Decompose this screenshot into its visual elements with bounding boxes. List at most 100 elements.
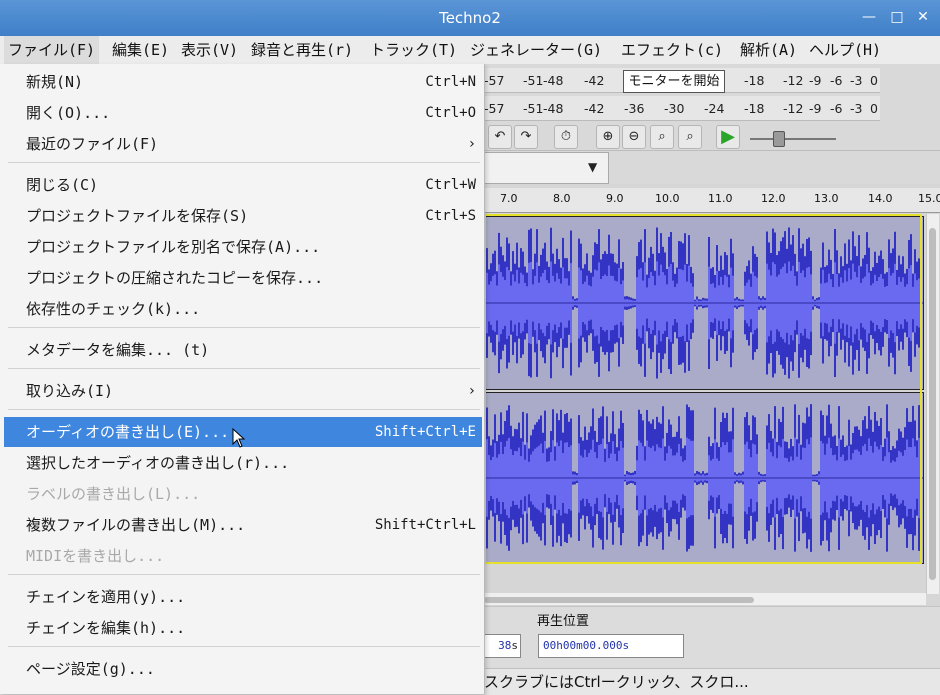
menu-item-label: チェインを適用(y)...: [26, 588, 186, 606]
meter-tick: -12: [783, 73, 804, 88]
sync-lock-icon[interactable]: ⏱: [554, 125, 578, 149]
ruler-tick: 12.0: [761, 192, 786, 205]
menu-item-apply-chain[interactable]: チェインを適用(y)...: [4, 582, 482, 612]
menu-item-close[interactable]: 閉じる(C) Ctrl+W: [4, 170, 482, 200]
fit-selection-icon[interactable]: ⌕: [650, 125, 674, 149]
meter-tick: -48: [543, 73, 564, 88]
meter-tick: 0: [870, 73, 878, 88]
menu-item-save-compressed-copy[interactable]: プロジェクトの圧縮されたコピーを保存...: [4, 263, 482, 293]
ruler-tick: 7.0: [500, 192, 518, 205]
waveform-channel-right[interactable]: [484, 392, 924, 564]
menu-item-shortcut: Shift+Ctrl+E: [374, 424, 476, 440]
menu-item-page-setup[interactable]: ページ設定(g)...: [4, 654, 482, 684]
meter-tick: -9: [809, 73, 822, 88]
ruler-tick: 15.0: [918, 192, 940, 205]
edit-toolbar: ↶ ↷ ⏱ ⊕ ⊖ ⌕ ⌕ ▶: [484, 122, 940, 151]
ruler-tick: 11.0: [708, 192, 733, 205]
menu-item-recent-files[interactable]: 最近のファイル(F) ›: [4, 129, 482, 159]
waveform-channel-left[interactable]: [484, 216, 924, 390]
menu-item-label: 最近のファイル(F): [26, 135, 159, 153]
redo-icon[interactable]: ↷: [514, 125, 538, 149]
menu-edit[interactable]: 編集(E): [108, 36, 173, 64]
menu-item-label: メタデータを編集... (t): [26, 341, 210, 359]
menu-separator: [8, 646, 480, 647]
menu-item-save-project-as[interactable]: プロジェクトファイルを別名で保存(A)...: [4, 232, 482, 262]
ruler-tick: 10.0: [655, 192, 680, 205]
menu-item-shortcut: Ctrl+O: [425, 105, 476, 121]
menu-item-label: チェインを編集(h)...: [26, 619, 186, 637]
chevron-right-icon: ›: [467, 136, 476, 152]
menu-item-check-dependencies[interactable]: 依存性のチェック(k)...: [4, 294, 482, 324]
menu-item-label: 開く(O)...: [26, 104, 111, 122]
menu-transport[interactable]: 録音と再生(r): [247, 36, 357, 64]
meter-tick: -57: [484, 101, 505, 116]
mouse-pointer-icon: [232, 428, 246, 448]
menu-separator: [8, 162, 480, 163]
menu-separator: [8, 409, 480, 410]
slider-knob[interactable]: [773, 131, 785, 147]
title-bar: Techno2 — □ ✕: [0, 0, 940, 36]
menu-item-label: 複数ファイルの書き出し(M)...: [26, 516, 246, 534]
playback-speed-slider[interactable]: [750, 138, 836, 140]
playback-position-field[interactable]: 00h00m00.000s: [538, 634, 684, 658]
menu-item-import[interactable]: 取り込み(I) ›: [4, 376, 482, 406]
menu-item-label: ページ設定(g)...: [26, 660, 155, 678]
menu-item-label: 閉じる(C): [26, 176, 99, 194]
menu-item-new[interactable]: 新規(N) Ctrl+N: [4, 67, 482, 97]
waveform: [485, 404, 923, 552]
menu-item-label: プロジェクトの圧縮されたコピーを保存...: [26, 269, 324, 287]
menu-item-save-project[interactable]: プロジェクトファイルを保存(S) Ctrl+S: [4, 201, 482, 231]
horizontal-scroll-thumb[interactable]: [484, 597, 754, 603]
time-unit: s: [511, 639, 518, 652]
playback-position-label: 再生位置: [537, 614, 590, 629]
menu-item-label: プロジェクトファイルを保存(S): [26, 207, 249, 225]
window-title: Techno2: [439, 9, 501, 27]
fit-project-icon[interactable]: ⌕: [678, 125, 702, 149]
menu-item-export-multiple[interactable]: 複数ファイルの書き出し(M)... Shift+Ctrl+L: [4, 510, 482, 540]
chevron-down-icon[interactable]: ▼: [588, 160, 597, 174]
meter-tick: -57: [484, 73, 505, 88]
menu-item-shortcut: Ctrl+N: [425, 74, 476, 90]
menu-item-label: ラベルの書き出し(L)...: [26, 485, 201, 503]
zoom-in-icon[interactable]: ⊕: [596, 125, 620, 149]
maximize-icon[interactable]: □: [888, 8, 906, 26]
menu-item-label: 取り込み(I): [26, 382, 114, 400]
menu-item-label: 新規(N): [26, 73, 84, 91]
playback-meter[interactable]: -57 -51 -48 -42 -36 -30 -24 -18 -12 -9 -…: [484, 96, 880, 121]
menu-help[interactable]: ヘルプ(H): [805, 36, 885, 64]
menu-item-label: 選択したオーディオの書き出し(r)...: [26, 454, 290, 472]
menu-item-edit-chains[interactable]: チェインを編集(h)...: [4, 613, 482, 643]
meter-tick: -18: [744, 73, 765, 88]
zoom-out-icon[interactable]: ⊖: [622, 125, 646, 149]
vertical-scroll-thumb[interactable]: [929, 228, 936, 580]
meter-tick: -36: [624, 101, 645, 116]
ruler-tick: 13.0: [814, 192, 839, 205]
minimize-icon[interactable]: —: [860, 8, 878, 26]
position-value: 00h00m00.000s: [543, 639, 630, 652]
menu-effect[interactable]: エフェクト(c): [617, 36, 727, 64]
menu-item-shortcut: Ctrl+S: [425, 208, 476, 224]
selection-time-field[interactable]: 38s: [484, 634, 521, 658]
meter-tick: 0: [870, 101, 878, 116]
menu-item-export-labels: ラベルの書き出し(L)...: [4, 479, 482, 509]
undo-icon[interactable]: ↶: [488, 125, 512, 149]
play-icon[interactable]: ▶: [716, 125, 740, 149]
file-menu-dropdown: 新規(N) Ctrl+N 開く(O)... Ctrl+O 最近のファイル(F) …: [0, 64, 485, 694]
menu-analyze[interactable]: 解析(A): [736, 36, 801, 64]
menu-generate[interactable]: ジェネレーター(G): [466, 36, 606, 64]
menu-item-export-selected-audio[interactable]: 選択したオーディオの書き出し(r)...: [4, 448, 482, 478]
menu-file[interactable]: ファイル(F): [4, 36, 100, 64]
menu-item-edit-metadata[interactable]: メタデータを編集... (t): [4, 335, 482, 365]
meter-tick: -48: [543, 101, 564, 116]
menu-separator: [8, 327, 480, 328]
close-icon[interactable]: ✕: [914, 8, 932, 26]
menu-tracks[interactable]: トラック(T): [366, 36, 461, 64]
meter-tick: -24: [704, 101, 725, 116]
menu-view[interactable]: 表示(V): [177, 36, 242, 64]
status-bar: スクラブにはCtrlークリック、スクロ...: [484, 668, 940, 695]
menu-item-shortcut: Ctrl+W: [425, 177, 476, 193]
meter-tick: -3: [850, 101, 863, 116]
menu-item-open[interactable]: 開く(O)... Ctrl+O: [4, 98, 482, 128]
meter-tick: -3: [850, 73, 863, 88]
timeline-ruler[interactable]: 7.0 8.0 9.0 10.0 11.0 12.0 13.0 14.0 15.…: [484, 188, 940, 213]
